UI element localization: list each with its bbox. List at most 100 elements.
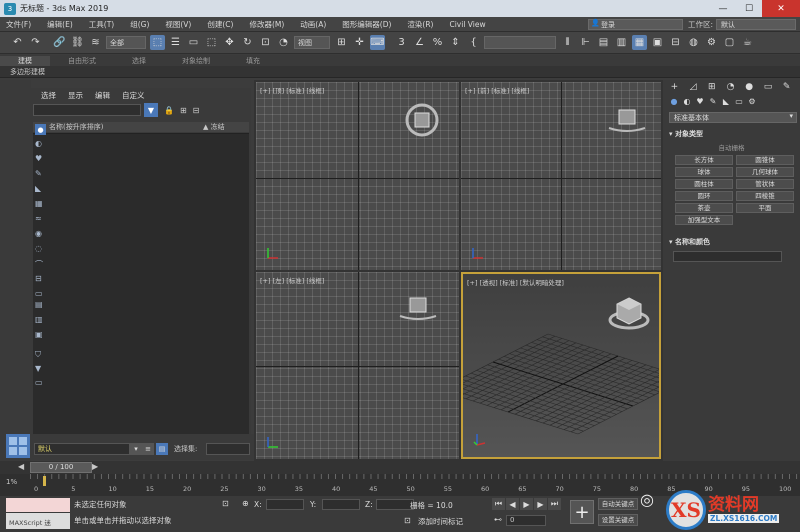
- viewport-top-label[interactable]: [+] [顶] [标准] [线框]: [260, 85, 324, 95]
- render-frame-icon[interactable]: ▢: [722, 35, 737, 50]
- time-slider[interactable]: 0 / 100: [30, 462, 92, 473]
- viewcube-perspective-icon[interactable]: [607, 292, 651, 332]
- y-coord-field[interactable]: [322, 499, 360, 510]
- autogrid-checkbox[interactable]: 自动栅格: [663, 142, 800, 152]
- menu-civil-view[interactable]: Civil View: [443, 20, 495, 29]
- object-name-input[interactable]: [673, 251, 782, 262]
- display-tab-icon[interactable]: ●: [744, 82, 755, 92]
- layer-manager-icon[interactable]: ▤: [156, 443, 168, 455]
- scale-icon[interactable]: ⊡: [258, 35, 273, 50]
- keyboard-shortcut-override-icon[interactable]: ⌨: [370, 35, 385, 50]
- ribbon-tab-selection[interactable]: 选择: [114, 56, 164, 66]
- display-particles-icon[interactable]: ⊟: [35, 274, 42, 283]
- display-xrefs-icon[interactable]: ◌: [35, 244, 42, 253]
- unlink-icon[interactable]: ⛓: [70, 35, 85, 50]
- snaps-toggle-icon[interactable]: 3: [394, 35, 409, 50]
- ribbon-tab-freeform[interactable]: 自由形式: [50, 56, 114, 66]
- wrench-icon[interactable]: ✎: [781, 82, 792, 92]
- goto-end-icon[interactable]: ⏭: [548, 498, 561, 510]
- time-tag-icon[interactable]: ⊡: [404, 516, 411, 525]
- menu-create[interactable]: 创建(C): [201, 19, 243, 30]
- toggle-ribbon-icon[interactable]: ▦: [632, 35, 647, 50]
- display-lights-icon[interactable]: ✎: [35, 169, 42, 178]
- display-helpers-icon[interactable]: ▦: [35, 199, 43, 208]
- systems-category-icon[interactable]: ⚙: [747, 97, 757, 106]
- render-icon[interactable]: ☕: [740, 35, 755, 50]
- goto-start-icon[interactable]: ⏮: [492, 498, 505, 510]
- auto-key-button[interactable]: 自动关键点: [598, 498, 638, 510]
- toggle-layer-explorer-icon[interactable]: ▥: [614, 35, 629, 50]
- percent-snap-icon[interactable]: %: [430, 35, 445, 50]
- menu-edit[interactable]: 编辑(E): [41, 19, 83, 30]
- filter-funnel-icon[interactable]: ▼: [35, 364, 41, 373]
- selection-set-field[interactable]: [206, 443, 250, 455]
- create-torus-button[interactable]: 圆环: [675, 191, 733, 201]
- motion-tab-icon[interactable]: ◔: [725, 82, 736, 92]
- selection-filter-dropdown[interactable]: 全部: [106, 36, 146, 49]
- menu-tools[interactable]: 工具(T): [83, 19, 124, 30]
- display-groups-icon[interactable]: ◉: [35, 229, 42, 238]
- viewport-front[interactable]: [+] [前] [标准] [线框]: [461, 82, 661, 270]
- menu-animation[interactable]: 动画(A): [294, 19, 336, 30]
- lights-category-icon[interactable]: ♥: [695, 97, 705, 106]
- shapes-category-icon[interactable]: ◐: [682, 97, 692, 106]
- maxscript-mini-listener[interactable]: MAXScript 迷: [6, 513, 70, 529]
- object-type-rollout-title[interactable]: ▾ 对象类型: [669, 129, 796, 139]
- layer-stack-icon[interactable]: ≡: [142, 443, 154, 455]
- redo-icon[interactable]: ↷: [28, 35, 43, 50]
- create-sphere-button[interactable]: 球体: [675, 167, 733, 177]
- display-all-icon[interactable]: ●: [35, 124, 46, 135]
- set-key-button[interactable]: 设置关键点: [598, 514, 638, 526]
- display-bones-icon[interactable]: ⌒: [35, 259, 43, 270]
- key-mode-icon[interactable]: ⊷: [494, 515, 502, 524]
- geometry-type-dropdown[interactable]: 标准基本体: [669, 112, 797, 123]
- play-icon[interactable]: ▶: [520, 498, 533, 510]
- create-tube-button[interactable]: 管状体: [736, 179, 794, 189]
- align-icon[interactable]: ⊩: [578, 35, 593, 50]
- scene-menu-customize[interactable]: 自定义: [122, 90, 145, 101]
- column-name-header[interactable]: 名称(按升序排序): [33, 122, 203, 132]
- close-icon[interactable]: ✕: [762, 0, 800, 17]
- display-spacewarps-icon[interactable]: ≈: [35, 214, 42, 223]
- add-time-tag[interactable]: 添加时间标记: [418, 516, 463, 527]
- viewport-front-label[interactable]: [+] [前] [标准] [线框]: [465, 85, 529, 95]
- rect-selection-icon[interactable]: ▭: [186, 35, 201, 50]
- menu-view[interactable]: 视图(V): [159, 19, 201, 30]
- folder-icon[interactable]: ▭: [35, 378, 43, 387]
- time-slider-next-icon[interactable]: ▶: [92, 462, 98, 471]
- material-editor-icon[interactable]: ◍: [686, 35, 701, 50]
- hierarchy-icon[interactable]: ⊞: [180, 106, 187, 115]
- menu-modifiers[interactable]: 修改器(M): [243, 19, 294, 30]
- display-geometry-icon[interactable]: ◐: [35, 139, 42, 148]
- spinner-snap-icon[interactable]: ⇕: [448, 35, 463, 50]
- isolate-selection-icon[interactable]: ⊡: [222, 499, 229, 508]
- current-layer-field[interactable]: 默认: [34, 443, 130, 455]
- create-cone-button[interactable]: 圆锥体: [736, 155, 794, 165]
- column-frozen-header[interactable]: ▲ 冻结: [203, 122, 225, 132]
- named-selection-dropdown[interactable]: [484, 36, 556, 49]
- select-manipulate-icon[interactable]: ✛: [352, 35, 367, 50]
- create-pyramid-button[interactable]: 四棱锥: [736, 191, 794, 201]
- reference-coordinate-dropdown[interactable]: 视图: [294, 36, 330, 49]
- display-cameras-icon[interactable]: ◣: [35, 184, 41, 193]
- set-key-icon[interactable]: +: [570, 500, 594, 524]
- lock-icon[interactable]: 🔒: [164, 106, 174, 115]
- sync-selection-icon[interactable]: ⛉: [35, 350, 41, 360]
- bind-space-warp-icon[interactable]: ≋: [88, 35, 103, 50]
- modify-tab-icon[interactable]: ◿: [688, 82, 699, 92]
- z-coord-field[interactable]: [376, 499, 414, 510]
- layer-icon[interactable]: ⊟: [193, 106, 200, 115]
- viewcube-left-icon[interactable]: [398, 296, 438, 322]
- move-icon[interactable]: ✥: [222, 35, 237, 50]
- workspace-dropdown[interactable]: 默认: [716, 19, 796, 30]
- selection-lock-icon[interactable]: ⊕: [242, 499, 249, 508]
- rotate-icon[interactable]: ↻: [240, 35, 255, 50]
- menu-group[interactable]: 组(G): [124, 19, 159, 30]
- display-frozen-icon[interactable]: ▤: [35, 300, 43, 309]
- pivot-center-icon[interactable]: ⊞: [334, 35, 349, 50]
- select-by-name-icon[interactable]: ☰: [168, 35, 183, 50]
- ribbon-subpanel[interactable]: 多边形建模: [0, 66, 800, 78]
- minimize-icon[interactable]: —: [710, 0, 736, 17]
- undo-icon[interactable]: ↶: [10, 35, 25, 50]
- menu-graph-editors[interactable]: 图形编辑器(D): [336, 19, 401, 30]
